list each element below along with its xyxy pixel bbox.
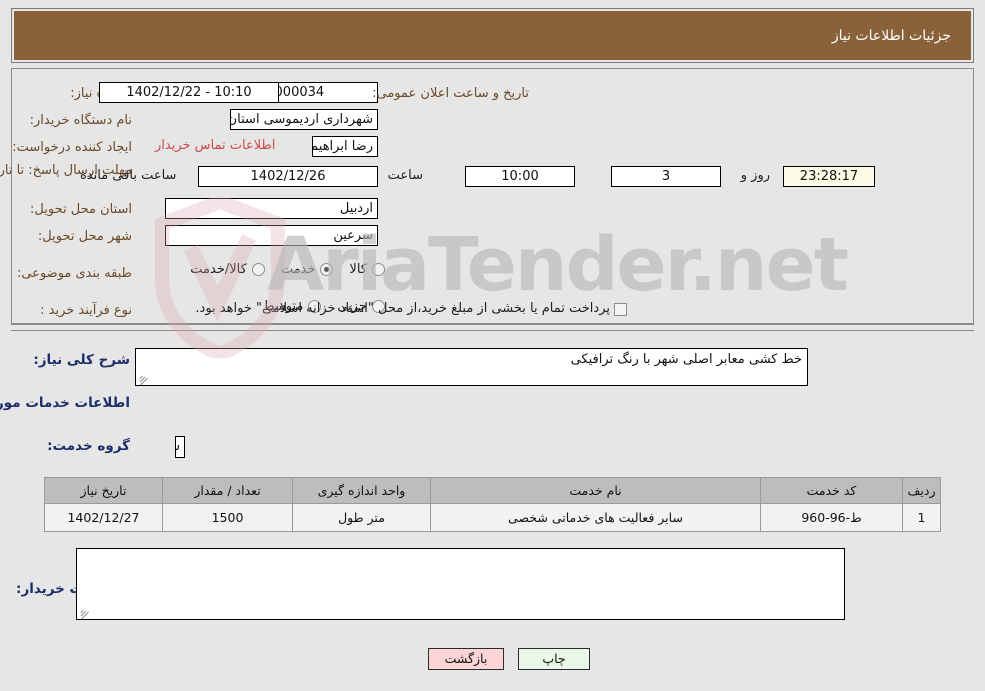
general-desc-textarea[interactable]: خط کشی معابر اصلی شهر با رنگ ترافیکی bbox=[135, 348, 808, 386]
print-button[interactable]: چاپ bbox=[518, 648, 590, 670]
cell-service-code: ط-96-960 bbox=[760, 503, 903, 532]
service-group-field[interactable]: سایر فعالیت‌های خدماتی bbox=[175, 436, 185, 458]
table-row: 1 ط-96-960 سایر فعالیت های خدماتی شخصی م… bbox=[44, 503, 941, 532]
deadline-date-field[interactable]: 1402/12/26 bbox=[198, 166, 378, 187]
column-header-code: کد خدمت bbox=[760, 477, 903, 504]
resize-grip-icon bbox=[79, 606, 91, 619]
column-header-date: تاریخ نیاز bbox=[44, 477, 163, 504]
public-announce-label: تاریخ و ساعت اعلان عمومی: bbox=[372, 85, 529, 101]
public-announce-label-wrap: تاریخ و ساعت اعلان عمومی: bbox=[372, 82, 529, 104]
cell-unit: متر طول bbox=[292, 503, 431, 532]
category-label-kala: کالا bbox=[349, 262, 367, 277]
title-bar-container: جزئیات اطلاعات نیاز bbox=[11, 8, 974, 63]
process-label-wrap: نوع فرآیند خرید : bbox=[40, 299, 132, 321]
city-label-wrap: شهر محل تحویل: bbox=[38, 225, 132, 247]
category-label: طبقه بندی موضوعی: bbox=[16, 265, 132, 281]
deadline-time-field[interactable]: 10:00 bbox=[465, 166, 575, 187]
buyer-contact-link[interactable]: اطلاعات تماس خریدار bbox=[155, 138, 275, 153]
page-title: جزئیات اطلاعات نیاز bbox=[14, 11, 971, 60]
general-desc-value: خط کشی معابر اصلی شهر با رنگ ترافیکی bbox=[570, 352, 802, 367]
service-group-label: گروه خدمت: bbox=[47, 438, 130, 454]
cell-need-date: 1402/12/27 bbox=[44, 503, 163, 532]
column-header-quantity: تعداد / مقدار bbox=[162, 477, 293, 504]
province-label-wrap: استان محل تحویل: bbox=[30, 198, 132, 220]
category-radio-group: کالا خدمت کالا/خدمت bbox=[174, 262, 385, 277]
service-items-table: ردیف کد خدمت نام خدمت واحد اندازه گیری ت… bbox=[44, 477, 941, 532]
buyer-notes-textarea[interactable] bbox=[76, 548, 845, 620]
back-button[interactable]: بازگشت bbox=[428, 648, 504, 670]
remaining-suffix-label: ساعت باقی مانده bbox=[80, 168, 177, 183]
column-header-row-no: ردیف bbox=[902, 477, 941, 504]
divider-1 bbox=[11, 324, 974, 325]
treasury-bond-note: پرداخت تمام یا بخشی از مبلغ خرید،از محل … bbox=[195, 301, 610, 316]
treasury-bond-checkbox[interactable] bbox=[614, 303, 627, 316]
buyer-org-label: نام دستگاه خریدار: bbox=[29, 112, 132, 128]
need-info-panel bbox=[11, 68, 974, 324]
category-radio-kala[interactable] bbox=[372, 263, 385, 276]
category-radio-khedmat[interactable] bbox=[320, 263, 334, 276]
category-label-wrap: طبقه بندی موضوعی: bbox=[17, 262, 132, 284]
province-field[interactable]: اردبیل bbox=[165, 198, 378, 219]
general-desc-label: شرح کلی نیاز: bbox=[33, 352, 130, 368]
column-header-unit: واحد اندازه گیری bbox=[292, 477, 431, 504]
cell-service-name: سایر فعالیت های خدماتی شخصی bbox=[430, 503, 761, 532]
province-label: استان محل تحویل: bbox=[30, 201, 132, 217]
remaining-clock-field[interactable]: 23:28:17 bbox=[783, 166, 875, 187]
column-header-name: نام خدمت bbox=[430, 477, 761, 504]
category-radio-kala-khedmat[interactable] bbox=[251, 263, 265, 276]
remaining-days-field[interactable]: 3 bbox=[611, 166, 721, 187]
public-announce-field[interactable]: 10:10 - 1402/12/22 bbox=[99, 82, 279, 103]
process-label: نوع فرآیند خرید : bbox=[40, 302, 132, 318]
buyer-org-field[interactable]: شهرداری اردیموسی استان اردبیل bbox=[230, 109, 378, 130]
cell-row-no: 1 bbox=[902, 503, 941, 532]
cell-quantity: 1500 bbox=[162, 503, 293, 532]
deadline-time-label: ساعت bbox=[387, 168, 423, 183]
divider-2 bbox=[11, 330, 974, 331]
city-field[interactable]: سرعین bbox=[165, 225, 378, 246]
table-header-row: ردیف کد خدمت نام خدمت واحد اندازه گیری ت… bbox=[44, 477, 941, 504]
requester-label: ایجاد کننده درخواست: bbox=[12, 139, 132, 155]
requester-label-wrap: ایجاد کننده درخواست: bbox=[12, 136, 132, 158]
buyer-org-label-wrap: نام دستگاه خریدار: bbox=[30, 109, 132, 131]
category-label-kala-khedmat: کالا/خدمت bbox=[190, 262, 247, 277]
resize-grip-icon bbox=[138, 372, 150, 385]
services-section-title: اطلاعات خدمات مورد نیاز bbox=[0, 395, 130, 411]
category-label-khedmat: خدمت bbox=[280, 262, 316, 277]
remaining-days-separator: روز و bbox=[740, 168, 770, 183]
page-root: جزئیات اطلاعات نیاز شماره نیاز: 11020305… bbox=[0, 0, 985, 691]
city-label: شهر محل تحویل: bbox=[37, 228, 132, 244]
requester-field[interactable]: رضا ابراهیمی کارپرداز شهرداری استان اردب… bbox=[312, 136, 378, 157]
